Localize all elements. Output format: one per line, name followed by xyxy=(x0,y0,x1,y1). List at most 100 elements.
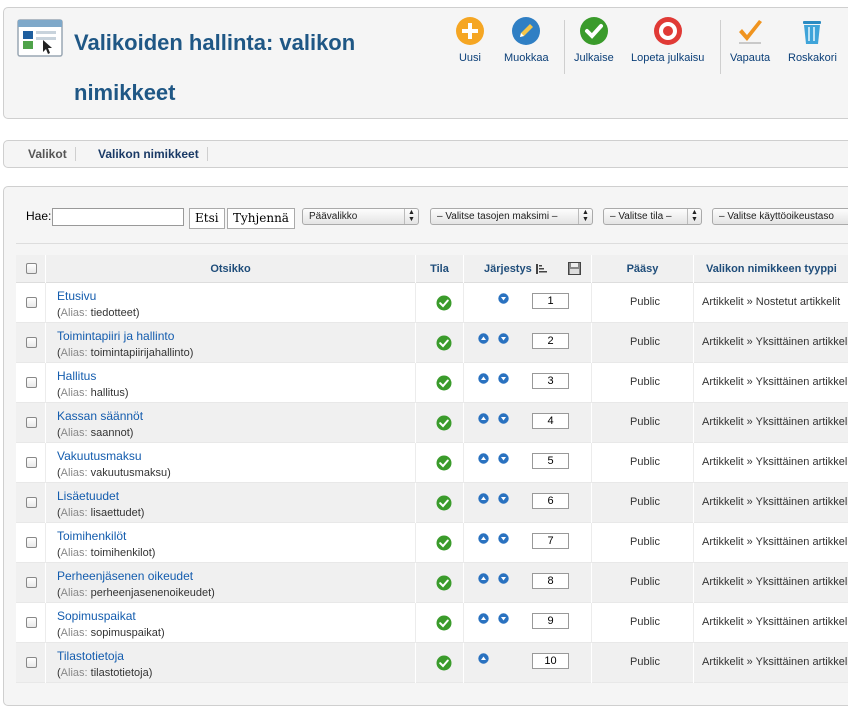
search-input[interactable] xyxy=(52,208,184,226)
clear-button[interactable]: Tyhjennä xyxy=(227,208,295,229)
row-checkbox[interactable] xyxy=(26,297,37,308)
submenu-tabs: Valikot Valikon nimikkeet xyxy=(3,140,848,168)
published-check-icon[interactable] xyxy=(436,295,452,311)
page-title: Valikoiden hallinta: valikon nimikkeet xyxy=(74,30,356,105)
published-check-icon[interactable] xyxy=(436,575,452,591)
order-input[interactable]: 4 xyxy=(532,413,569,429)
item-title-link[interactable]: Tilastotietoja xyxy=(57,649,124,663)
order-input[interactable]: 9 xyxy=(532,613,569,629)
select-all-checkbox[interactable] xyxy=(26,263,37,274)
move-up-icon[interactable] xyxy=(478,533,489,544)
move-down-icon[interactable] xyxy=(498,533,509,544)
trash-button[interactable]: Roskakori xyxy=(788,16,837,64)
access-level[interactable]: Public xyxy=(596,416,694,428)
published-check-icon[interactable] xyxy=(436,535,452,551)
sort-icon[interactable] xyxy=(536,264,549,274)
column-ordering-label[interactable]: Järjestys xyxy=(484,255,532,283)
row-checkbox[interactable] xyxy=(26,537,37,548)
move-up-icon[interactable] xyxy=(478,573,489,584)
search-label: Hae: xyxy=(26,209,52,223)
move-down-icon[interactable] xyxy=(498,333,509,344)
move-down-icon[interactable] xyxy=(498,573,509,584)
row-checkbox[interactable] xyxy=(26,457,37,468)
menu-select-value: Päävalikko xyxy=(309,211,358,222)
column-title[interactable]: Otsikko xyxy=(46,255,416,283)
menu-select[interactable]: Päävalikko ▲ ▼ xyxy=(302,208,419,225)
item-title-link[interactable]: Perheenjäsenen oikeudet xyxy=(57,569,193,583)
published-check-icon[interactable] xyxy=(436,655,452,671)
access-level[interactable]: Public xyxy=(596,576,694,588)
table-row: Perheenjäsenen oikeudet (Alias: perheenj… xyxy=(16,563,848,603)
access-level[interactable]: Public xyxy=(596,336,694,348)
item-title-link[interactable]: Etusivu xyxy=(57,289,96,303)
access-level[interactable]: Public xyxy=(596,536,694,548)
item-title-link[interactable]: Toimintapiiri ja hallinto xyxy=(57,329,174,343)
item-type: Artikkelit » Yksittäinen artikkeli xyxy=(702,536,848,548)
move-up-icon[interactable] xyxy=(478,373,489,384)
state-select[interactable]: – Valitse tila – ▲ ▼ xyxy=(603,208,702,225)
published-check-icon[interactable] xyxy=(436,455,452,471)
access-level[interactable]: Public xyxy=(596,376,694,388)
item-type: Artikkelit » Yksittäinen artikkeli xyxy=(702,576,848,588)
column-type[interactable]: Valikon nimikkeen tyyppi xyxy=(694,255,848,283)
access-level[interactable]: Public xyxy=(596,496,694,508)
published-check-icon[interactable] xyxy=(436,375,452,391)
unpublish-button[interactable]: Lopeta julkaisu xyxy=(631,16,704,64)
checkin-button[interactable]: Vapauta xyxy=(730,16,770,64)
item-title-link[interactable]: Sopimuspaikat xyxy=(57,609,136,623)
published-check-icon[interactable] xyxy=(436,615,452,631)
move-down-icon[interactable] xyxy=(498,373,509,384)
publish-button[interactable]: Julkaise xyxy=(574,16,614,64)
move-up-icon[interactable] xyxy=(478,653,489,664)
item-alias: (Alias: vakuutusmaksu) xyxy=(57,467,171,479)
item-title-link[interactable]: Toimihenkilöt xyxy=(57,529,126,543)
order-input[interactable]: 8 xyxy=(532,573,569,589)
save-order-icon[interactable] xyxy=(568,262,581,275)
move-down-icon[interactable] xyxy=(498,293,509,304)
move-down-icon[interactable] xyxy=(498,413,509,424)
tab-menu-items[interactable]: Valikon nimikkeet xyxy=(90,147,208,161)
access-level[interactable]: Public xyxy=(596,456,694,468)
move-up-icon[interactable] xyxy=(478,453,489,464)
levels-select[interactable]: – Valitse tasojen maksimi – ▲ ▼ xyxy=(430,208,593,225)
move-up-icon[interactable] xyxy=(478,333,489,344)
published-check-icon[interactable] xyxy=(436,415,452,431)
table-row: Toimihenkilöt (Alias: toimihenkilot) 7 P… xyxy=(16,523,848,563)
order-input[interactable]: 1 xyxy=(532,293,569,309)
column-access[interactable]: Pääsy xyxy=(592,255,694,283)
item-title-link[interactable]: Hallitus xyxy=(57,369,96,383)
move-up-icon[interactable] xyxy=(478,413,489,424)
access-level[interactable]: Public xyxy=(596,616,694,628)
move-up-icon[interactable] xyxy=(478,493,489,504)
move-up-icon[interactable] xyxy=(478,613,489,624)
access-level[interactable]: Public xyxy=(596,296,694,308)
tab-menus[interactable]: Valikot xyxy=(20,147,76,161)
order-input[interactable]: 2 xyxy=(532,333,569,349)
order-input[interactable]: 5 xyxy=(532,453,569,469)
move-down-icon[interactable] xyxy=(498,453,509,464)
row-checkbox[interactable] xyxy=(26,617,37,628)
column-status[interactable]: Tila xyxy=(416,255,464,283)
published-check-icon[interactable] xyxy=(436,495,452,511)
search-button[interactable]: Etsi xyxy=(189,208,225,229)
move-down-icon[interactable] xyxy=(498,493,509,504)
item-title-link[interactable]: Kassan säännöt xyxy=(57,409,143,423)
order-input[interactable]: 7 xyxy=(532,533,569,549)
row-checkbox[interactable] xyxy=(26,577,37,588)
new-button[interactable]: Uusi xyxy=(455,16,485,64)
order-input[interactable]: 6 xyxy=(532,493,569,509)
order-input[interactable]: 3 xyxy=(532,373,569,389)
row-checkbox[interactable] xyxy=(26,337,37,348)
access-select[interactable]: – Valitse käyttöoikeustaso xyxy=(712,208,848,225)
row-checkbox[interactable] xyxy=(26,417,37,428)
published-check-icon[interactable] xyxy=(436,335,452,351)
move-down-icon[interactable] xyxy=(498,613,509,624)
item-title-link[interactable]: Vakuutusmaksu xyxy=(57,449,142,463)
row-checkbox[interactable] xyxy=(26,377,37,388)
order-input[interactable]: 10 xyxy=(532,653,569,669)
row-checkbox[interactable] xyxy=(26,657,37,668)
item-title-link[interactable]: Lisäetuudet xyxy=(57,489,119,503)
edit-button[interactable]: Muokkaa xyxy=(504,16,549,64)
row-checkbox[interactable] xyxy=(26,497,37,508)
access-level[interactable]: Public xyxy=(596,656,694,668)
